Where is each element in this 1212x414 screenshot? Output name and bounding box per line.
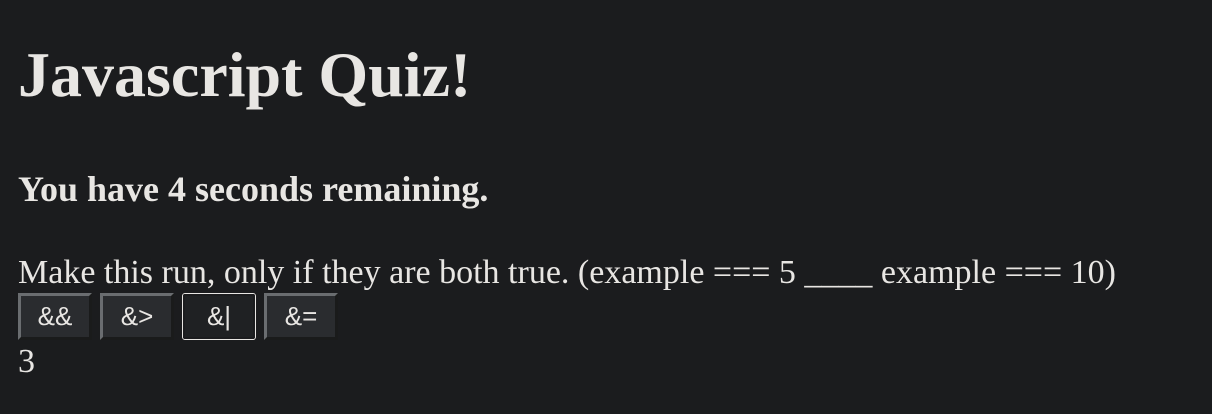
answer-button-and-equals[interactable]: &= [264, 293, 338, 340]
page-title: Javascript Quiz! [18, 39, 472, 110]
answer-button-and[interactable]: && [18, 293, 92, 340]
answer-choices: && &> &| &= [18, 293, 1212, 340]
timer-text: You have 4 seconds remaining. [18, 169, 489, 209]
question-text: Make this run, only if they are both tru… [18, 254, 1116, 291]
answer-button-and-greater[interactable]: &> [100, 293, 174, 340]
score-value: 3 [18, 343, 35, 380]
answer-button-and-pipe[interactable]: &| [182, 293, 256, 340]
quiz-page: Javascript Quiz! You have 4 seconds rema… [0, 0, 1212, 414]
